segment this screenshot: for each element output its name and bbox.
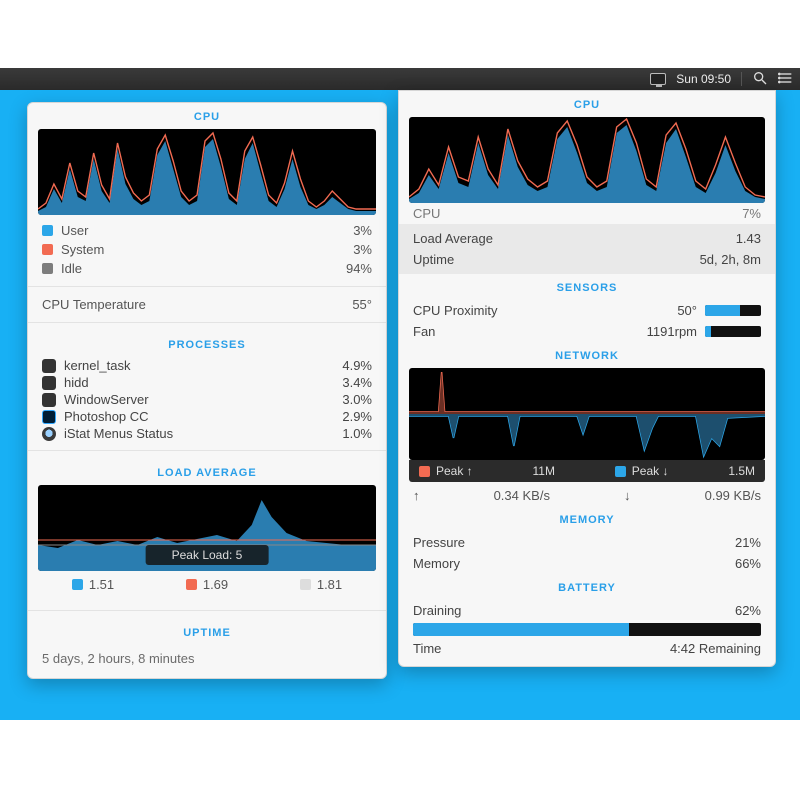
battery-time-row[interactable]: Time4:42 Remaining bbox=[399, 638, 775, 666]
terminal-icon bbox=[42, 359, 56, 373]
uptime-value: 5 days, 2 hours, 8 minutes bbox=[28, 645, 386, 678]
section-title-battery: BATTERY bbox=[399, 574, 775, 600]
process-row[interactable]: hidd3.4% bbox=[28, 374, 386, 391]
photoshop-icon bbox=[42, 410, 56, 424]
swatch-gray-icon bbox=[42, 263, 53, 274]
istat-menubar-icon[interactable] bbox=[650, 73, 666, 85]
swatch-blue-icon bbox=[72, 579, 83, 590]
temp-mini-bar bbox=[705, 305, 761, 316]
swatch-blue-icon bbox=[42, 225, 53, 236]
network-rate-row[interactable]: ↑0.34 KB/s ↓0.99 KB/s bbox=[399, 482, 775, 506]
network-peak-row: Peak ↑ 11M Peak ↓ 1.5M bbox=[409, 460, 765, 482]
load-average-values: 1.51 1.69 1.81 bbox=[28, 571, 386, 602]
section-title-cpu: CPU bbox=[28, 103, 386, 129]
cpu-temperature-row[interactable]: CPU Temperature55° bbox=[28, 295, 386, 314]
section-title-cpu: CPU bbox=[399, 91, 775, 117]
battery-bar bbox=[413, 623, 761, 636]
spotlight-icon[interactable] bbox=[752, 70, 768, 89]
menubar-clock[interactable]: Sun 09:50 bbox=[676, 72, 731, 86]
section-title-sensors: SENSORS bbox=[399, 274, 775, 300]
load-average-row[interactable]: Load Average1.43 bbox=[399, 228, 775, 249]
load-average-chart[interactable]: Peak Load: 5 bbox=[38, 485, 376, 571]
divider bbox=[741, 72, 742, 86]
section-title-load-average: LOAD AVERAGE bbox=[28, 459, 386, 485]
network-chart[interactable] bbox=[409, 368, 765, 460]
notification-center-icon[interactable] bbox=[778, 70, 794, 89]
swatch-red-icon bbox=[419, 466, 430, 477]
cpu-user-val: 3% bbox=[353, 223, 372, 238]
peak-load-label: Peak Load: 5 bbox=[146, 545, 269, 565]
process-row[interactable]: kernel_task4.9% bbox=[28, 357, 386, 374]
swatch-red-icon bbox=[186, 579, 197, 590]
fan-row[interactable]: Fan 1191rpm bbox=[399, 321, 775, 342]
cpu-proximity-row[interactable]: CPU Proximity 50° bbox=[399, 300, 775, 321]
cpu-idle-row: Idle 94% bbox=[28, 259, 386, 278]
swatch-red-icon bbox=[42, 244, 53, 255]
process-row[interactable]: Photoshop CC2.9% bbox=[28, 408, 386, 425]
fan-mini-bar bbox=[705, 326, 761, 337]
section-title-uptime: UPTIME bbox=[28, 619, 386, 645]
swatch-white-icon bbox=[300, 579, 311, 590]
istat-icon bbox=[42, 427, 56, 441]
section-title-network: NETWORK bbox=[399, 342, 775, 368]
terminal-icon bbox=[42, 393, 56, 407]
process-row[interactable]: WindowServer3.0% bbox=[28, 391, 386, 408]
battery-state-row[interactable]: Draining62% bbox=[399, 600, 775, 621]
cpu-system-row: System 3% bbox=[28, 240, 386, 259]
cpu-dropdown-panel-detailed: CPU User 3% System 3% Idle 94% CPU Tempe… bbox=[27, 102, 387, 679]
uptime-row[interactable]: Uptime5d, 2h, 8m bbox=[399, 249, 775, 270]
process-row[interactable]: iStat Menus Status1.0% bbox=[28, 425, 386, 442]
cpu-system-val: 3% bbox=[353, 242, 372, 257]
section-title-processes: PROCESSES bbox=[28, 331, 386, 357]
macos-menubar: Sun 09:50 bbox=[0, 68, 800, 90]
cpu-usage-chart[interactable] bbox=[409, 117, 765, 203]
cpu-total-row[interactable]: CPU7% bbox=[399, 203, 775, 224]
terminal-icon bbox=[42, 376, 56, 390]
cpu-usage-chart[interactable] bbox=[38, 129, 376, 215]
swatch-blue-icon bbox=[615, 466, 626, 477]
cpu-dropdown-panel-compact: CPU CPU7% Load Average1.43 Uptime5d, 2h,… bbox=[398, 90, 776, 667]
memory-pressure-row[interactable]: Pressure 21% bbox=[399, 532, 775, 553]
section-title-memory: MEMORY bbox=[399, 506, 775, 532]
cpu-user-row: User 3% bbox=[28, 221, 386, 240]
memory-usage-row[interactable]: Memory 66% bbox=[399, 553, 775, 574]
cpu-idle-val: 94% bbox=[346, 261, 372, 276]
